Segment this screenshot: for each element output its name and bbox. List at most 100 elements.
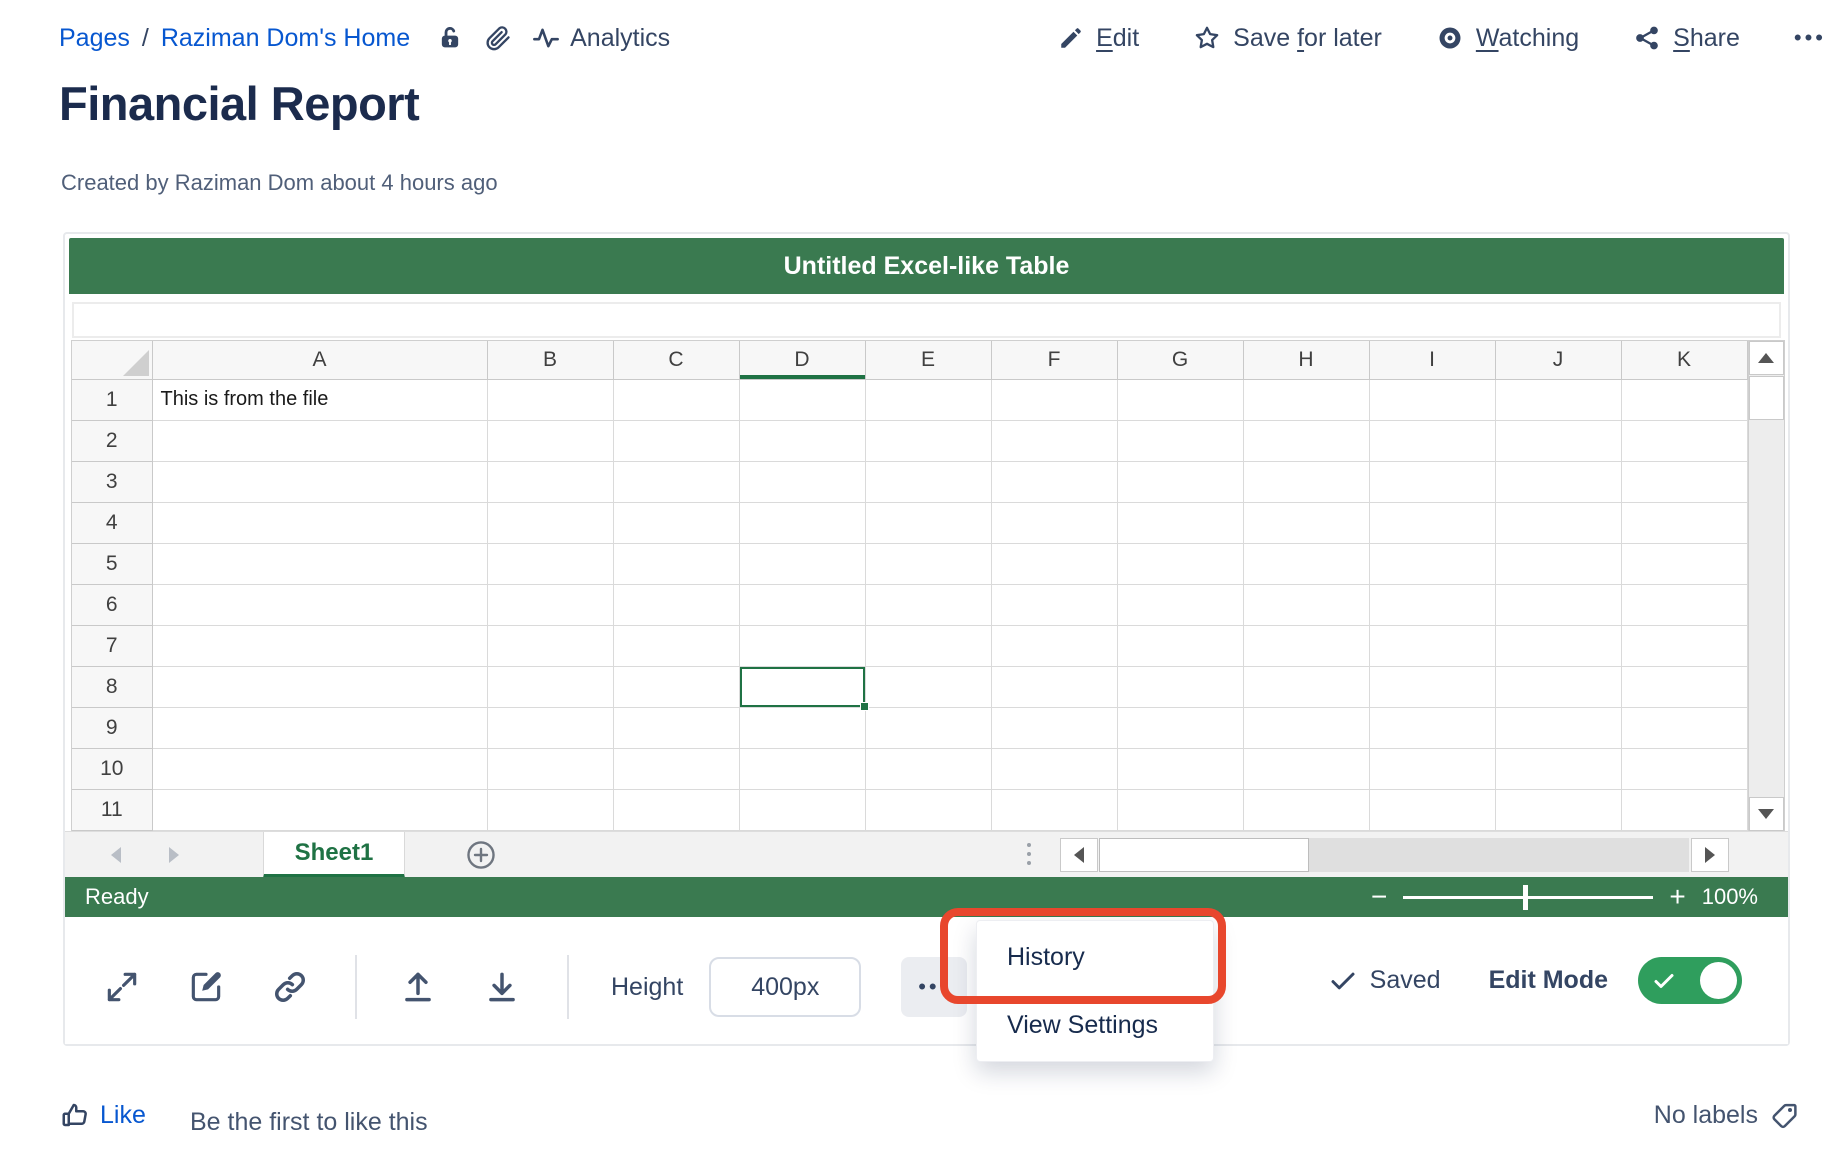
scroll-up-button[interactable] <box>1749 341 1784 375</box>
cell-I9[interactable] <box>1369 707 1495 748</box>
select-all-corner[interactable] <box>72 341 152 379</box>
cell-B2[interactable] <box>487 420 613 461</box>
cell-E1[interactable] <box>865 379 991 420</box>
cell-E8[interactable] <box>865 666 991 707</box>
vertical-scrollbar[interactable] <box>1748 341 1784 831</box>
cell-J5[interactable] <box>1495 543 1621 584</box>
cell-B7[interactable] <box>487 625 613 666</box>
cell-F11[interactable] <box>991 789 1117 830</box>
cell-H7[interactable] <box>1243 625 1369 666</box>
cell-F6[interactable] <box>991 584 1117 625</box>
cell-B3[interactable] <box>487 461 613 502</box>
cell-I11[interactable] <box>1369 789 1495 830</box>
scroll-down-button[interactable] <box>1749 797 1784 831</box>
cell-H6[interactable] <box>1243 584 1369 625</box>
cell-H3[interactable] <box>1243 461 1369 502</box>
macro-more-button[interactable]: ••• <box>901 957 967 1017</box>
watching-button[interactable]: Watching <box>1436 24 1579 53</box>
download-icon[interactable] <box>483 968 521 1006</box>
share-button[interactable]: Share <box>1633 24 1740 53</box>
cell-A8[interactable] <box>152 666 487 707</box>
column-header-A[interactable]: A <box>152 341 487 379</box>
row-header-11[interactable]: 11 <box>72 789 152 830</box>
cell-G9[interactable] <box>1117 707 1243 748</box>
cell-J11[interactable] <box>1495 789 1621 830</box>
cell-J4[interactable] <box>1495 502 1621 543</box>
cell-I8[interactable] <box>1369 666 1495 707</box>
cell-C7[interactable] <box>613 625 739 666</box>
scroll-left-button[interactable] <box>1060 838 1098 872</box>
prev-sheet-button[interactable] <box>111 847 121 863</box>
formula-bar-input[interactable] <box>72 302 1781 338</box>
fill-handle[interactable] <box>860 702 869 711</box>
cell-G8[interactable] <box>1117 666 1243 707</box>
cell-K6[interactable] <box>1621 584 1747 625</box>
cell-D7[interactable] <box>739 625 865 666</box>
cell-D9[interactable] <box>739 707 865 748</box>
cell-H11[interactable] <box>1243 789 1369 830</box>
height-input[interactable] <box>709 957 861 1017</box>
cell-H4[interactable] <box>1243 502 1369 543</box>
cell-E3[interactable] <box>865 461 991 502</box>
edit-mode-toggle[interactable] <box>1638 957 1742 1004</box>
zoom-slider[interactable] <box>1403 896 1653 899</box>
cell-C5[interactable] <box>613 543 739 584</box>
row-header-8[interactable]: 8 <box>72 666 152 707</box>
attachments-icon[interactable] <box>484 24 512 52</box>
row-header-4[interactable]: 4 <box>72 502 152 543</box>
cell-F5[interactable] <box>991 543 1117 584</box>
cell-A9[interactable] <box>152 707 487 748</box>
cell-G7[interactable] <box>1117 625 1243 666</box>
cell-J8[interactable] <box>1495 666 1621 707</box>
cell-B10[interactable] <box>487 748 613 789</box>
add-sheet-button[interactable] <box>465 839 497 876</box>
column-header-J[interactable]: J <box>1495 341 1621 379</box>
cell-I7[interactable] <box>1369 625 1495 666</box>
column-header-D[interactable]: D <box>739 341 865 379</box>
cell-I3[interactable] <box>1369 461 1495 502</box>
cell-J10[interactable] <box>1495 748 1621 789</box>
zoom-slider-thumb[interactable] <box>1523 885 1528 910</box>
cell-C8[interactable] <box>613 666 739 707</box>
cell-E11[interactable] <box>865 789 991 830</box>
analytics-button[interactable]: Analytics <box>532 24 670 53</box>
cell-I5[interactable] <box>1369 543 1495 584</box>
cell-J7[interactable] <box>1495 625 1621 666</box>
cell-K1[interactable] <box>1621 379 1747 420</box>
cell-D2[interactable] <box>739 420 865 461</box>
cell-C2[interactable] <box>613 420 739 461</box>
menu-item-view-settings[interactable]: View Settings <box>977 993 1213 1057</box>
cell-G3[interactable] <box>1117 461 1243 502</box>
cell-A1[interactable]: This is from the file <box>152 379 487 420</box>
cell-A11[interactable] <box>152 789 487 830</box>
link-icon[interactable] <box>271 968 309 1006</box>
cell-G10[interactable] <box>1117 748 1243 789</box>
cell-D4[interactable] <box>739 502 865 543</box>
cell-J6[interactable] <box>1495 584 1621 625</box>
cell-G6[interactable] <box>1117 584 1243 625</box>
cell-E4[interactable] <box>865 502 991 543</box>
cell-F7[interactable] <box>991 625 1117 666</box>
cell-F3[interactable] <box>991 461 1117 502</box>
breadcrumb-pages-link[interactable]: Pages <box>59 24 130 53</box>
column-header-E[interactable]: E <box>865 341 991 379</box>
column-header-C[interactable]: C <box>613 341 739 379</box>
zoom-out-button[interactable]: − <box>1371 877 1387 917</box>
edit-table-icon[interactable] <box>187 968 225 1006</box>
cell-A10[interactable] <box>152 748 487 789</box>
unlock-icon[interactable] <box>436 24 464 52</box>
cell-C3[interactable] <box>613 461 739 502</box>
cell-A2[interactable] <box>152 420 487 461</box>
zoom-in-button[interactable]: + <box>1669 877 1685 917</box>
like-button[interactable]: Like <box>60 1100 146 1130</box>
row-header-9[interactable]: 9 <box>72 707 152 748</box>
cell-D8[interactable] <box>739 666 865 707</box>
cell-B6[interactable] <box>487 584 613 625</box>
vertical-scroll-thumb[interactable] <box>1749 376 1784 420</box>
cell-B1[interactable] <box>487 379 613 420</box>
column-header-K[interactable]: K <box>1621 341 1747 379</box>
row-header-2[interactable]: 2 <box>72 420 152 461</box>
cell-D1[interactable] <box>739 379 865 420</box>
cell-B9[interactable] <box>487 707 613 748</box>
cell-E7[interactable] <box>865 625 991 666</box>
